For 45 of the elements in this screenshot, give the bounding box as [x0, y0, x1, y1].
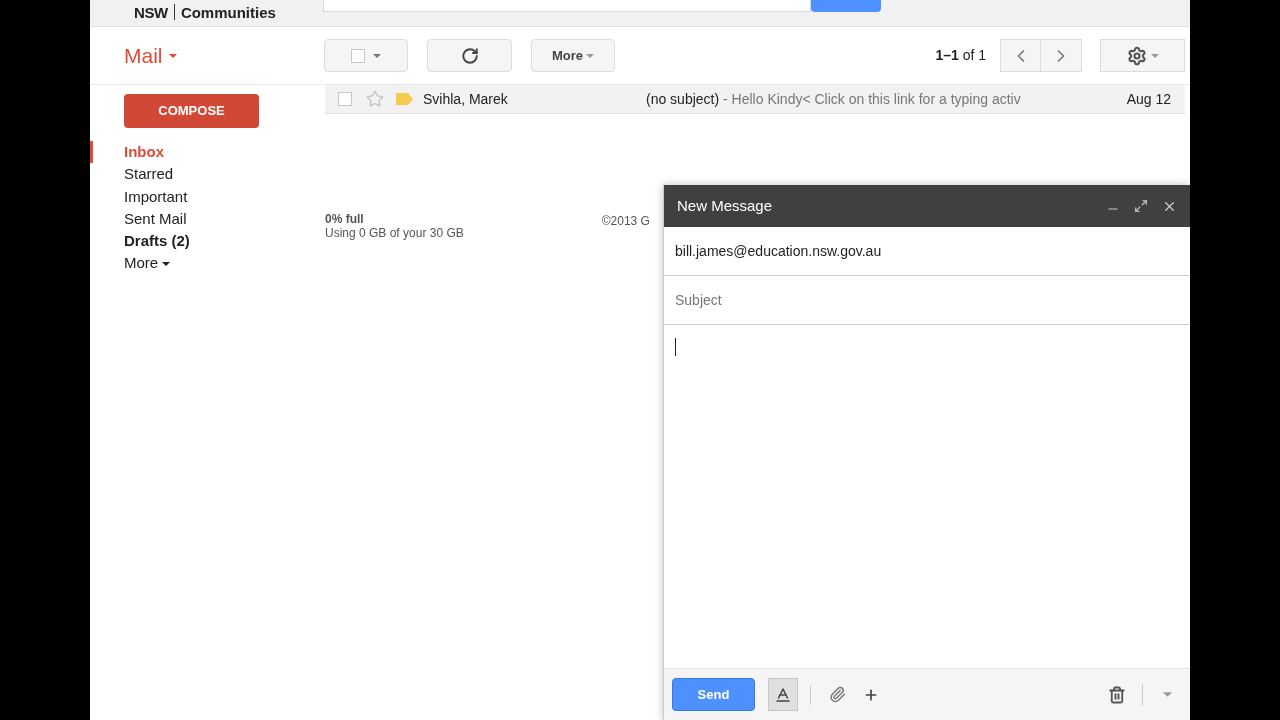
formatting-button[interactable] [768, 678, 798, 711]
refresh-icon [460, 46, 479, 65]
star-icon[interactable] [366, 90, 384, 108]
folder-link[interactable]: Important [124, 185, 188, 208]
folder-link[interactable]: Starred [124, 163, 174, 186]
text-format-icon [774, 685, 792, 704]
select-button[interactable] [324, 39, 408, 72]
folder-link[interactable]: Inbox [124, 140, 164, 164]
settings-icon [1126, 45, 1147, 66]
importance-marker-icon[interactable] [396, 93, 413, 105]
paperclip-icon[interactable] [829, 686, 846, 703]
folder-link[interactable]: Drafts (2) [124, 230, 190, 253]
checkbox-icon [351, 48, 365, 63]
compose-title: New Message [677, 195, 773, 216]
text-cursor [675, 338, 676, 356]
expand-icon[interactable] [1134, 199, 1148, 213]
storage-usage: Using 0 GB of your 30 GB [325, 226, 464, 240]
settings-button[interactable] [1100, 39, 1185, 72]
folder-link[interactable]: Sent Mail [124, 207, 187, 231]
search-field[interactable] [322, 0, 811, 12]
to-field[interactable]: bill.james@education.nsw.gov.au [664, 227, 1190, 276]
message-preview: (no subject) - Hello Kindy< Click on this link for a typing activ [646, 89, 1021, 109]
storage-percent: 0% full [325, 212, 365, 226]
more-button[interactable]: More [531, 39, 615, 72]
logo-mark: NSW [134, 5, 168, 20]
caret-icon [162, 261, 171, 266]
caret-icon [1163, 692, 1172, 697]
checkbox[interactable] [338, 92, 352, 106]
caret-icon [1150, 53, 1159, 58]
compose-button[interactable]: COMPOSE [124, 94, 259, 128]
message-row[interactable]: Svihla, Marek (no subject) - Hello Kindy< Click on this link for a typing activ Aug 12 [325, 85, 1185, 114]
logo-text: Communities [180, 5, 276, 20]
search-button[interactable] [810, 0, 881, 12]
date-text: Aug 12 [1126, 89, 1171, 109]
caret-icon [168, 53, 177, 58]
more-folders-button[interactable]: More [124, 252, 325, 275]
pagination-text: 1–1 of 1 [935, 46, 986, 65]
mail-menu[interactable]: Mail [124, 39, 324, 72]
copyright-text: ©2013 G [601, 213, 650, 230]
caret-icon [586, 53, 595, 58]
subject-field[interactable]: Subject [664, 276, 1190, 325]
sender-text: Svihla, Marek [423, 89, 509, 109]
refresh-button[interactable] [427, 39, 512, 72]
trash-icon[interactable] [1108, 685, 1126, 704]
caret-icon [373, 53, 381, 58]
